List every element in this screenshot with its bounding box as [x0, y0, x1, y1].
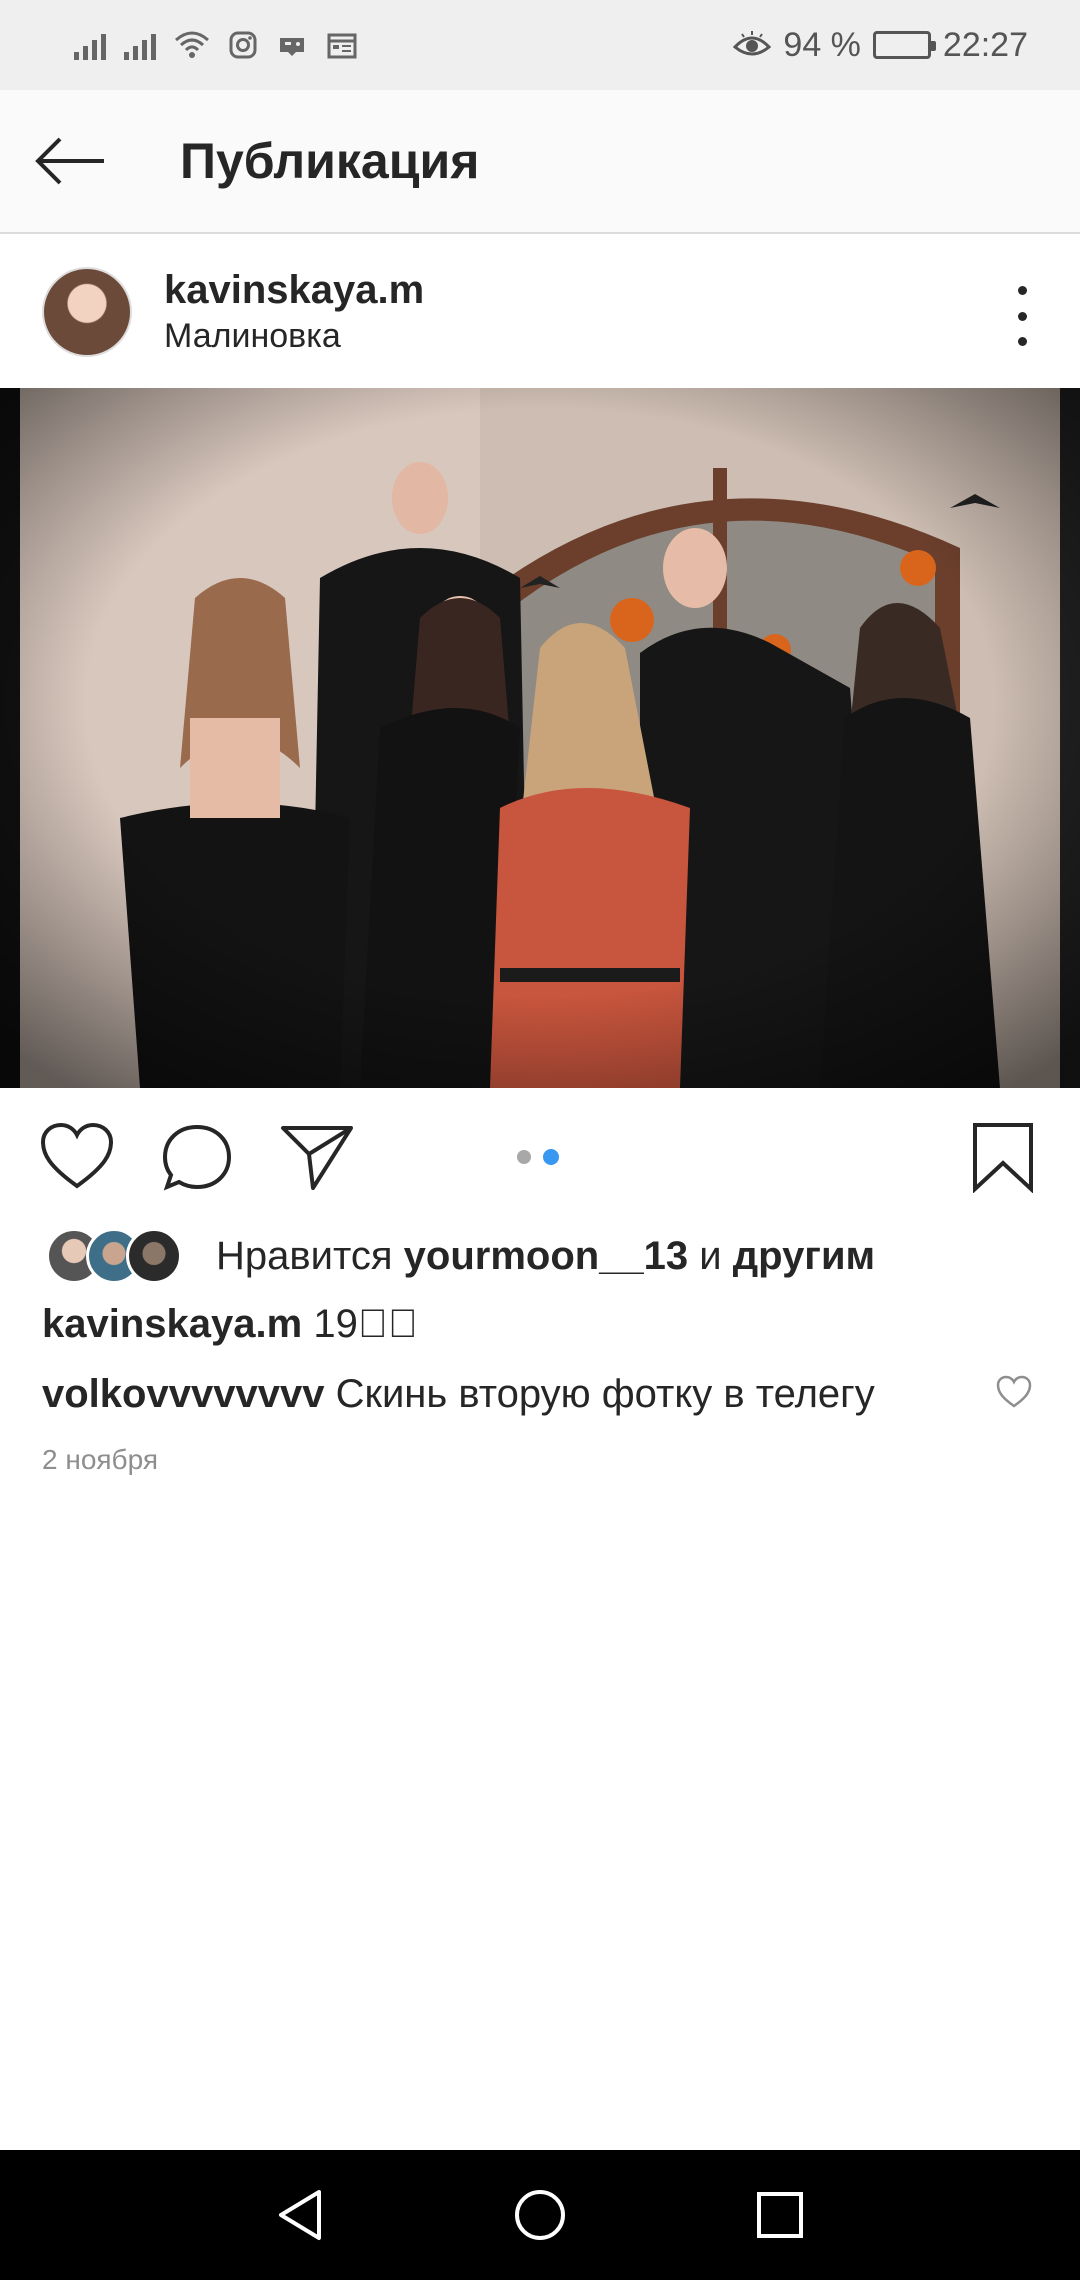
- post-location[interactable]: Малиновка: [164, 317, 424, 356]
- comment-like-button[interactable]: [990, 1368, 1038, 1416]
- signal-icon: [74, 30, 106, 60]
- post-user-info: kavinskaya.m Малиновка: [164, 268, 424, 356]
- post-username[interactable]: kavinskaya.m: [164, 268, 424, 313]
- nav-back-button[interactable]: [265, 2180, 335, 2250]
- comment-button[interactable]: [152, 1112, 242, 1202]
- navigation-bar: [0, 2150, 1080, 2280]
- eye-icon: [733, 31, 772, 56]
- post-header: kavinskaya.m Малиновка: [0, 236, 1080, 388]
- liker-avatars: [46, 1228, 182, 1284]
- carousel-dot: [517, 1150, 531, 1164]
- carousel-indicator: [517, 1149, 559, 1165]
- post-photo-image: [0, 388, 1080, 1088]
- likes-others[interactable]: другим: [733, 1234, 875, 1278]
- square-recents-icon: [757, 2192, 803, 2238]
- back-button[interactable]: [0, 89, 140, 233]
- status-bar: 94 % 22:27: [0, 0, 1080, 90]
- clock: 22:27: [942, 25, 1028, 64]
- carousel-dot-active: [543, 1149, 559, 1165]
- comment: volkovvvvvvvv Скинь вторую фотку в телег…: [42, 1372, 875, 1417]
- comment-text: Скинь вторую фотку в телегу: [335, 1372, 875, 1416]
- game-icon: [280, 38, 304, 56]
- app-header: Публикация: [0, 90, 1080, 234]
- heart-icon: [40, 1122, 114, 1189]
- post-photo[interactable]: [0, 388, 1080, 1088]
- caption-text: 19  : [313, 1302, 418, 1346]
- status-right: 94 % 22:27: [733, 26, 1028, 65]
- avatar: [126, 1228, 182, 1284]
- calendar-icon: [327, 33, 357, 59]
- likes-text: Нравится yourmoon__13 и другим: [216, 1234, 875, 1279]
- arrow-left-icon: [35, 137, 104, 185]
- post-date: 2 ноября: [42, 1444, 159, 1475]
- comment-username[interactable]: volkovvvvvvvv: [42, 1372, 324, 1416]
- like-button[interactable]: [32, 1112, 122, 1202]
- caption-username[interactable]: kavinskaya.m: [42, 1302, 302, 1346]
- nav-recents-button[interactable]: [745, 2180, 815, 2250]
- bookmark-icon: [973, 1123, 1033, 1193]
- comment-icon: [162, 1124, 232, 1191]
- battery-icon: [872, 31, 936, 59]
- post-actions: [0, 1112, 1080, 1202]
- bookmark-button[interactable]: [958, 1112, 1048, 1202]
- signal-icon: [124, 30, 156, 60]
- heart-icon: [996, 1375, 1032, 1408]
- avatar[interactable]: [42, 267, 132, 357]
- likes-row[interactable]: Нравится yourmoon__13 и другим: [46, 1228, 875, 1284]
- likes-conj: и: [699, 1233, 722, 1278]
- circle-home-icon: [515, 2190, 565, 2240]
- likes-user[interactable]: yourmoon__13: [404, 1234, 689, 1278]
- more-vertical-icon[interactable]: [1004, 286, 1040, 346]
- share-button[interactable]: [272, 1112, 362, 1202]
- triangle-back-icon: [279, 2190, 321, 2240]
- share-icon: [281, 1126, 353, 1190]
- instagram-icon: [229, 31, 257, 59]
- likes-prefix: Нравится: [216, 1233, 393, 1278]
- status-left: [74, 30, 358, 60]
- post-caption: kavinskaya.m 19  : [42, 1302, 418, 1347]
- page-title: Публикация: [180, 133, 480, 189]
- wifi-icon: [175, 31, 209, 58]
- nav-home-button[interactable]: [505, 2180, 575, 2250]
- battery-percent: 94 %: [783, 25, 861, 64]
